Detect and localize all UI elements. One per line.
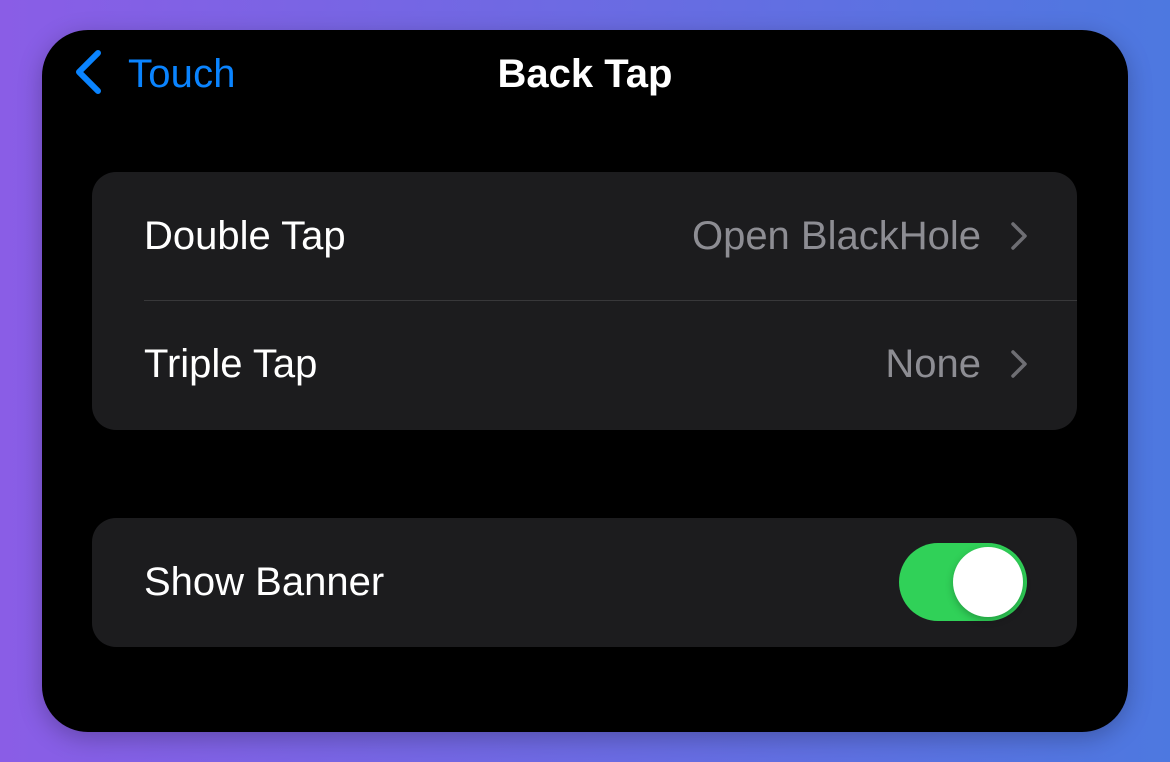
navigation-bar: Touch Back Tap	[42, 30, 1128, 120]
triple-tap-label: Triple Tap	[144, 341, 318, 386]
settings-screen: Touch Back Tap Double Tap Open BlackHole…	[42, 30, 1128, 732]
toggle-knob	[953, 547, 1023, 617]
double-tap-row[interactable]: Double Tap Open BlackHole	[92, 172, 1077, 300]
show-banner-toggle[interactable]	[899, 543, 1027, 621]
show-banner-label: Show Banner	[144, 559, 385, 604]
show-banner-row: Show Banner	[92, 518, 1077, 646]
double-tap-label: Double Tap	[144, 213, 346, 258]
back-tap-actions-group: Double Tap Open BlackHole Triple Tap Non…	[92, 172, 1077, 430]
chevron-right-icon	[1011, 222, 1027, 250]
double-tap-value: Open BlackHole	[691, 213, 981, 258]
show-banner-group: Show Banner	[92, 518, 1077, 647]
chevron-right-icon	[1011, 350, 1027, 378]
triple-tap-row[interactable]: Triple Tap None	[92, 300, 1077, 428]
page-title: Back Tap	[497, 52, 673, 96]
triple-tap-value: None	[885, 341, 981, 386]
